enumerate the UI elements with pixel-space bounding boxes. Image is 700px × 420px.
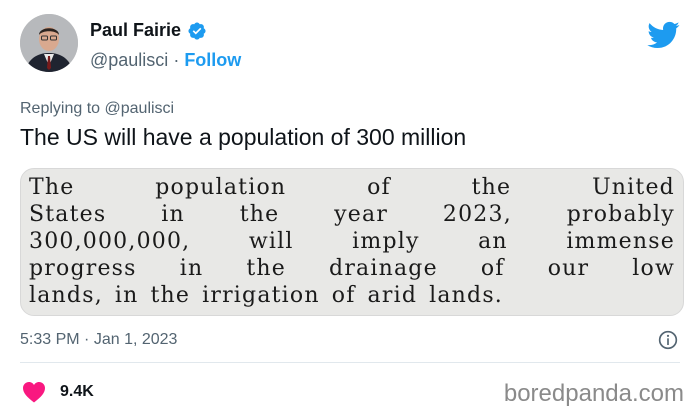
tweet-time: 5:33 PM: [20, 331, 80, 348]
clipping-word: our: [547, 256, 590, 281]
clipping-word: of: [480, 256, 505, 281]
verified-badge-icon: [188, 21, 206, 40]
newspaper-clipping-image[interactable]: The population of the United States in t…: [20, 168, 684, 316]
divider: [20, 362, 680, 363]
clipping-word: the: [150, 283, 191, 308]
clipping-word: 2023,: [442, 202, 512, 227]
clipping-word: will: [248, 229, 294, 254]
clipping-line: lands, in the irrigation of arid lands.: [21, 283, 683, 308]
clipping-word: of: [367, 175, 391, 200]
clipping-word: the: [246, 256, 286, 281]
twitter-bird-icon[interactable]: [646, 18, 680, 52]
clipping-line: States in the year 2023, probably: [21, 202, 683, 227]
clipping-word: arid: [367, 283, 418, 308]
clipping-word: irrigation: [202, 283, 320, 308]
replying-mention[interactable]: @paulisci: [105, 100, 175, 117]
author-handle[interactable]: @paulisci: [90, 50, 168, 71]
source-watermark: boredpanda.com: [503, 380, 684, 407]
like-count: 9.4K: [60, 383, 94, 400]
tweet-header: Paul Fairie @paulisci · Follow: [20, 14, 680, 84]
tweet-text: The US will have a population of 300 mil…: [20, 124, 467, 150]
info-icon[interactable]: [658, 330, 678, 350]
clipping-word: in: [179, 256, 204, 281]
timestamp-separator: ·: [84, 331, 90, 348]
clipping-word: lands,: [29, 283, 103, 308]
clipping-word: the: [239, 202, 280, 227]
clipping-word: probably: [566, 202, 675, 227]
replying-to: Replying to @paulisci: [20, 100, 174, 118]
clipping-word: population: [155, 175, 287, 200]
clipping-word: lands.: [429, 283, 503, 308]
like-button[interactable]: 9.4K: [22, 381, 94, 403]
clipping-word: drainage: [329, 256, 438, 281]
clipping-word: low: [632, 256, 675, 281]
tweet-date: Jan 1, 2023: [93, 331, 178, 348]
clipping-word: United: [592, 175, 675, 200]
avatar[interactable]: [20, 14, 78, 72]
clipping-word: The: [29, 175, 75, 200]
clipping-word: progress: [29, 256, 137, 281]
author-name[interactable]: Paul Fairie: [90, 20, 181, 41]
tweet-timestamp[interactable]: 5:33 PM · Jan 1, 2023: [20, 331, 177, 349]
clipping-word: in: [114, 283, 139, 308]
avatar-portrait: [20, 14, 78, 72]
heart-icon: [23, 382, 45, 403]
clipping-line: 300,000,000, will imply an immense: [21, 229, 683, 254]
clipping-word: year: [334, 202, 389, 227]
clipping-word: imply: [352, 229, 420, 254]
handle-separator: ·: [173, 50, 180, 70]
clipping-word: immense: [566, 229, 675, 254]
clipping-word: in: [161, 202, 185, 227]
follow-button[interactable]: Follow: [184, 50, 241, 71]
author-name-row: Paul Fairie: [90, 20, 207, 41]
clipping-word: the: [471, 175, 512, 200]
clipping-line: progress in the drainage of our low: [21, 256, 683, 281]
author-handle-row: @paulisci · Follow: [90, 50, 241, 71]
clipping-word: of: [331, 283, 356, 308]
clipping-line: The population of the United: [21, 175, 683, 200]
replying-prefix: Replying to: [20, 100, 101, 117]
clipping-word: an: [478, 229, 508, 254]
clipping-word: 300,000,000,: [29, 229, 191, 254]
clipping-word: States: [29, 202, 107, 227]
